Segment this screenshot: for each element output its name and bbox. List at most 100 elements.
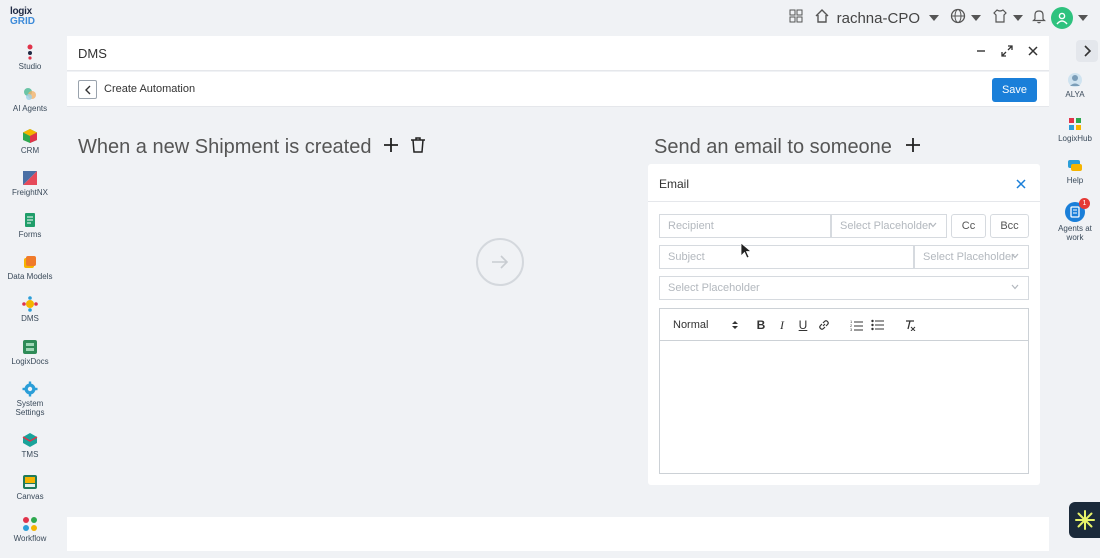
- right-item-label: ALYA: [1065, 90, 1085, 99]
- sidebar-item-label: FreightNX: [11, 188, 48, 197]
- right-sidebar: ALYA LogixHub Help 1 Agents at work: [1050, 36, 1100, 558]
- right-item-help[interactable]: Help: [1050, 158, 1100, 185]
- sidebar-item-label: Forms: [18, 230, 42, 239]
- sidebar-item-freightnx[interactable]: FreightNX: [0, 170, 60, 197]
- bullet-list-icon[interactable]: [870, 318, 884, 332]
- right-item-label: Agents at work: [1058, 224, 1092, 242]
- underline-icon[interactable]: U: [796, 318, 810, 332]
- sidebar-item-label: System Settings: [15, 399, 45, 417]
- close-icon[interactable]: [1027, 44, 1039, 58]
- top-right-controls: rachna-CPO: [789, 6, 1088, 30]
- close-email-icon[interactable]: [1016, 176, 1026, 194]
- select-value: Select Placeholder: [840, 220, 932, 232]
- sidebar-item-data-models[interactable]: Data Models: [0, 254, 60, 281]
- sidebar-item-crm[interactable]: CRM: [0, 128, 60, 155]
- logo[interactable]: logix GRID: [10, 7, 40, 27]
- add-trigger-icon[interactable]: [382, 136, 400, 159]
- expand-icon[interactable]: [1001, 44, 1013, 58]
- sidebar-item-dms[interactable]: DMS: [0, 296, 60, 323]
- clear-formatting-icon[interactable]: [903, 318, 917, 332]
- sidebar-item-workflow[interactable]: Workflow: [0, 516, 60, 543]
- ordered-list-icon[interactable]: 123: [849, 318, 863, 332]
- right-item-alya[interactable]: ALYA: [1050, 72, 1100, 99]
- right-item-logixhub[interactable]: LogixHub: [1050, 116, 1100, 143]
- bell-icon[interactable]: [1032, 8, 1046, 29]
- chevron-down-icon: [1011, 284, 1019, 290]
- recipient-input[interactable]: Recipient: [659, 214, 831, 238]
- window-title: DMS: [78, 46, 107, 61]
- link-icon[interactable]: [817, 318, 831, 332]
- automation-toolbar: Create Automation Save: [67, 72, 1049, 107]
- select-value: Select Placeholder: [668, 282, 760, 294]
- right-item-label: Help: [1066, 176, 1084, 185]
- action-block: Send an email to someone: [654, 136, 922, 159]
- sidebar-item-ai-agents[interactable]: AI Agents: [0, 86, 60, 113]
- body-placeholder-select[interactable]: Select Placeholder: [659, 276, 1029, 300]
- sidebar-item-logixdocs[interactable]: LogixDocs: [0, 339, 60, 366]
- subject-placeholder-select[interactable]: Select Placeholder: [914, 245, 1029, 269]
- logixdocs-icon: [22, 339, 38, 355]
- window-header: DMS: [67, 36, 1049, 71]
- sidebar-item-tms[interactable]: TMS: [0, 432, 60, 459]
- globe-icon[interactable]: [950, 8, 966, 29]
- chevron-left-icon: [84, 85, 90, 94]
- bold-icon[interactable]: B: [754, 318, 768, 332]
- email-panel-header: Email: [648, 164, 1040, 202]
- chevron-down-icon: [1011, 253, 1019, 259]
- user-dropdown-icon[interactable]: [929, 15, 939, 21]
- theme-dropdown-icon[interactable]: [1013, 15, 1023, 21]
- bottom-strip: [67, 517, 1049, 551]
- sidebar-item-label: Studio: [18, 62, 42, 71]
- dms-icon: [22, 296, 38, 312]
- trigger-text[interactable]: When a new Shipment is created: [78, 136, 372, 159]
- sidebar-toggle-button[interactable]: [1076, 40, 1098, 62]
- top-bar: logix GRID rachna-CPO: [0, 0, 1100, 36]
- save-button[interactable]: Save: [992, 78, 1037, 102]
- page-title: Create Automation: [104, 83, 196, 95]
- alya-icon: [1067, 72, 1083, 88]
- back-button[interactable]: [78, 80, 97, 99]
- select-value: Select Placeholder: [923, 251, 1015, 263]
- profile-dropdown-icon[interactable]: [1078, 15, 1088, 21]
- svg-text:3: 3: [850, 327, 853, 331]
- ai-agents-icon: [22, 86, 38, 102]
- mouse-cursor-icon: [740, 242, 753, 265]
- user-name[interactable]: rachna-CPO: [837, 10, 920, 27]
- logixhub-icon: [1067, 116, 1083, 132]
- arrow-right-icon: [492, 255, 509, 269]
- chat-help-icon: [1067, 158, 1083, 174]
- freightnx-icon: [22, 170, 38, 186]
- sidebar-item-canvas[interactable]: Canvas: [0, 474, 60, 501]
- home-icon[interactable]: [814, 8, 830, 29]
- recipient-placeholder-select[interactable]: Select Placeholder: [831, 214, 947, 238]
- sidebar-item-label: DMS: [21, 314, 39, 323]
- avatar[interactable]: [1051, 7, 1073, 29]
- apps-grid-icon[interactable]: [789, 9, 803, 28]
- italic-icon[interactable]: I: [775, 318, 789, 332]
- forms-icon: [22, 212, 38, 228]
- action-text[interactable]: Send an email to someone: [654, 136, 892, 159]
- format-select-arrows-icon[interactable]: [728, 318, 742, 332]
- editor-toolbar: Normal B I U 123: [659, 308, 1029, 341]
- notification-badge: 1: [1079, 198, 1090, 209]
- bcc-button[interactable]: Bcc: [990, 214, 1029, 238]
- cc-button[interactable]: Cc: [951, 214, 986, 238]
- format-select[interactable]: Normal: [673, 319, 708, 331]
- workflow-icon: [22, 516, 38, 532]
- trash-icon[interactable]: [410, 136, 426, 159]
- minimize-icon[interactable]: [975, 44, 987, 58]
- sidebar-item-system-settings[interactable]: System Settings: [0, 381, 60, 417]
- tms-icon: [22, 432, 38, 448]
- right-item-agents-at-work[interactable]: 1 Agents at work: [1050, 198, 1100, 242]
- sidebar-item-label: LogixDocs: [11, 357, 49, 366]
- assistant-sparkle-button[interactable]: [1069, 502, 1100, 538]
- email-body-editor[interactable]: [659, 340, 1029, 474]
- language-dropdown-icon[interactable]: [971, 15, 981, 21]
- crm-icon: [22, 128, 38, 144]
- add-action-icon[interactable]: [904, 136, 922, 159]
- subject-input[interactable]: Subject: [659, 245, 914, 269]
- sidebar-item-studio[interactable]: Studio: [0, 44, 60, 71]
- shirt-icon[interactable]: [992, 8, 1008, 29]
- trigger-block: When a new Shipment is created: [78, 136, 426, 159]
- sidebar-item-forms[interactable]: Forms: [0, 212, 60, 239]
